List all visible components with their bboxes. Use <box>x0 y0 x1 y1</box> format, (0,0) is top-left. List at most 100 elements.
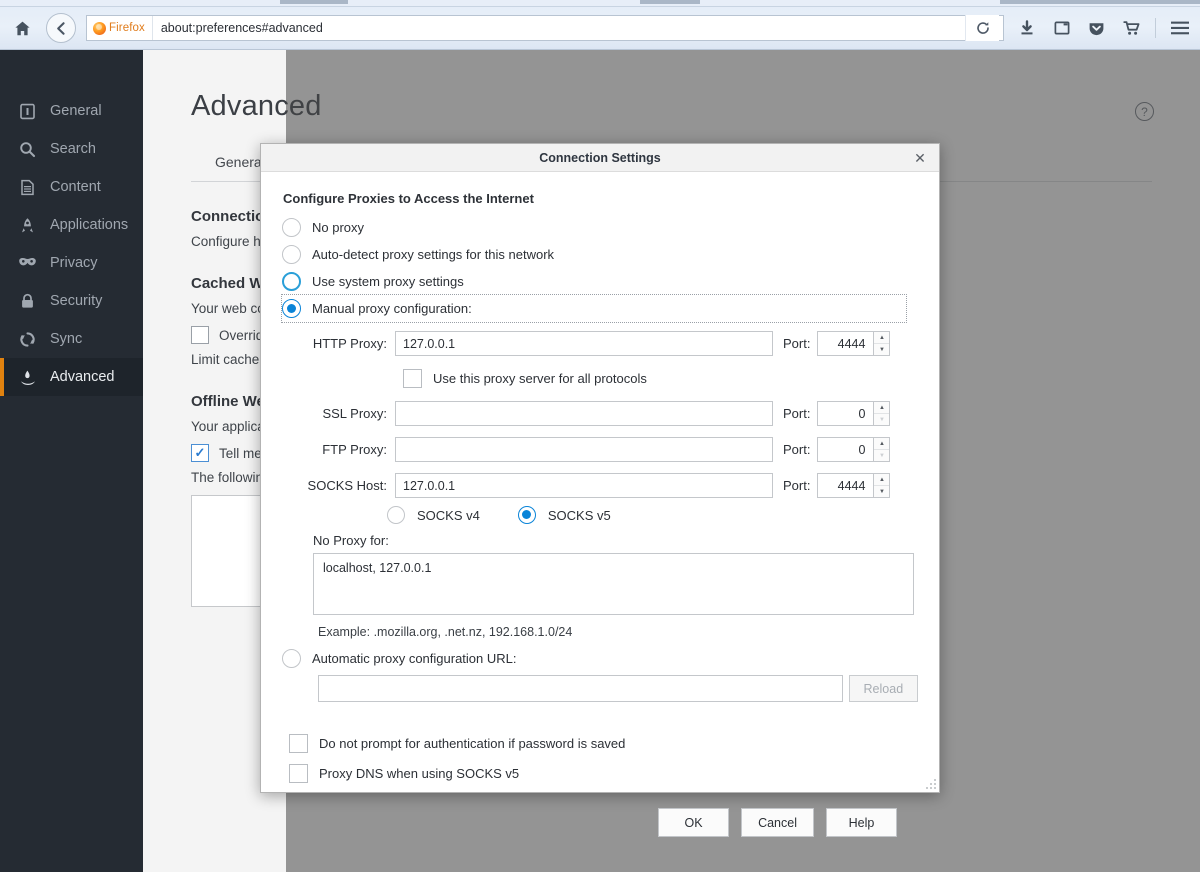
sidebar-item-security[interactable]: Security <box>0 282 143 320</box>
socks-host-input[interactable]: 127.0.0.1 <box>395 473 773 498</box>
sync-icon <box>18 330 37 349</box>
pocket-icon[interactable] <box>1080 12 1113 44</box>
ftp-proxy-label: FTP Proxy: <box>282 442 395 457</box>
help-button[interactable]: Help <box>826 808 897 837</box>
dialog-heading: Configure Proxies to Access the Internet <box>283 191 918 206</box>
pac-reload-button[interactable]: Reload <box>849 675 918 702</box>
radio-manual-proxy[interactable]: Manual proxy configuration: <box>282 295 906 322</box>
search-icon <box>18 140 37 159</box>
radio-socks-v5-control[interactable] <box>518 506 536 524</box>
hamburger-menu-icon[interactable] <box>1163 12 1196 44</box>
sidebar-item-general[interactable]: General <box>0 92 143 130</box>
radio-auto-detect-control[interactable] <box>282 245 301 264</box>
ftp-proxy-row: FTP Proxy: Port: 0 ▲ ▼ <box>282 434 918 465</box>
spinner-up-icon[interactable]: ▲ <box>874 474 889 486</box>
sidebar-item-label: Security <box>50 293 102 309</box>
sidebar-item-label: Applications <box>50 217 128 233</box>
sidebar-item-label: Advanced <box>50 369 115 385</box>
back-arrow-icon[interactable] <box>46 13 76 43</box>
spinner-up-icon[interactable]: ▲ <box>874 332 889 344</box>
sidebar-item-applications[interactable]: Applications <box>0 206 143 244</box>
auto-config-url-input[interactable] <box>318 675 843 702</box>
privacy-mask-icon <box>18 254 37 273</box>
all-protocols-row[interactable]: Use this proxy server for all protocols <box>403 364 918 392</box>
ftp-port-input[interactable]: 0 <box>817 437 873 462</box>
auto-config-url-row: Reload <box>318 675 918 702</box>
radio-system-proxy[interactable]: Use system proxy settings <box>282 268 918 295</box>
sidebar-item-sync[interactable]: Sync <box>0 320 143 358</box>
applications-icon <box>18 216 37 235</box>
all-protocols-checkbox[interactable] <box>403 369 422 388</box>
sidebar-item-privacy[interactable]: Privacy <box>0 244 143 282</box>
radio-no-proxy-label: No proxy <box>312 220 364 235</box>
reload-icon[interactable] <box>965 15 999 41</box>
no-auth-prompt-checkbox[interactable] <box>289 734 308 753</box>
ok-button[interactable]: OK <box>658 808 729 837</box>
ssl-port-stepper[interactable]: 0 ▲ ▼ <box>817 401 890 426</box>
radio-no-proxy[interactable]: No proxy <box>282 214 918 241</box>
sidebar-item-label: Search <box>50 141 96 157</box>
sidebar-item-advanced[interactable]: Advanced <box>0 358 143 396</box>
advanced-icon <box>18 368 37 387</box>
identity-box[interactable]: Firefox <box>87 16 153 40</box>
radio-manual-proxy-label: Manual proxy configuration: <box>312 301 472 316</box>
downloads-icon[interactable] <box>1010 12 1043 44</box>
url-text[interactable]: about:preferences#advanced <box>153 21 965 35</box>
tab-edge <box>1000 0 1200 4</box>
toolbar-actions <box>1010 12 1200 44</box>
cart-icon[interactable] <box>1115 12 1148 44</box>
spinner-down-icon: ▼ <box>874 450 889 461</box>
sidebar-item-content[interactable]: Content <box>0 168 143 206</box>
socks-port-input[interactable]: 4444 <box>817 473 873 498</box>
proxy-dns-row[interactable]: Proxy DNS when using SOCKS v5 <box>289 758 918 788</box>
tab-edge <box>640 0 700 4</box>
spinner-down-icon[interactable]: ▼ <box>874 344 889 355</box>
ssl-port-spinner[interactable]: ▲ ▼ <box>873 401 890 426</box>
firefox-logo-icon <box>93 22 106 35</box>
http-proxy-label: HTTP Proxy: <box>282 336 395 351</box>
radio-no-proxy-control[interactable] <box>282 218 301 237</box>
spinner-up-icon[interactable]: ▲ <box>874 438 889 450</box>
http-port-spinner[interactable]: ▲ ▼ <box>873 331 890 356</box>
resize-grip[interactable] <box>925 778 936 789</box>
dialog-titlebar: Connection Settings ✕ <box>261 144 939 172</box>
radio-auto-config-url[interactable]: Automatic proxy configuration URL: <box>282 649 918 668</box>
sidebar-icon[interactable] <box>1045 12 1078 44</box>
no-proxy-textarea[interactable]: localhost, 127.0.0.1 <box>313 553 914 615</box>
http-port-stepper[interactable]: 4444 ▲ ▼ <box>817 331 890 356</box>
dialog-body: Configure Proxies to Access the Internet… <box>261 172 939 837</box>
manual-proxy-fields: HTTP Proxy: 127.0.0.1 Port: 4444 ▲ ▼ Use… <box>282 328 918 837</box>
socks-port-stepper[interactable]: 4444 ▲ ▼ <box>817 473 890 498</box>
socks-port-label: Port: <box>773 478 817 493</box>
ftp-port-spinner[interactable]: ▲ ▼ <box>873 437 890 462</box>
close-icon[interactable]: ✕ <box>910 144 930 172</box>
preferences-sidebar: General Search Content Applications Priv… <box>0 50 143 872</box>
ssl-port-input[interactable]: 0 <box>817 401 873 426</box>
radio-manual-proxy-control[interactable] <box>282 299 301 318</box>
spinner-up-icon[interactable]: ▲ <box>874 402 889 414</box>
radio-auto-config-url-control[interactable] <box>282 649 301 668</box>
http-proxy-input[interactable]: 127.0.0.1 <box>395 331 773 356</box>
radio-auto-detect[interactable]: Auto-detect proxy settings for this netw… <box>282 241 918 268</box>
home-icon[interactable] <box>4 12 40 44</box>
ssl-proxy-input[interactable] <box>395 401 773 426</box>
radio-system-proxy-control[interactable] <box>282 272 301 291</box>
radio-socks-v4-control[interactable] <box>387 506 405 524</box>
url-bar[interactable]: Firefox about:preferences#advanced <box>86 15 1004 41</box>
socks-port-spinner[interactable]: ▲ ▼ <box>873 473 890 498</box>
http-port-input[interactable]: 4444 <box>817 331 873 356</box>
ssl-port-label: Port: <box>773 406 817 421</box>
override-cache-checkbox[interactable] <box>191 326 209 344</box>
tell-me-checkbox[interactable]: ✓ <box>191 444 209 462</box>
sidebar-item-search[interactable]: Search <box>0 130 143 168</box>
proxy-dns-checkbox[interactable] <box>289 764 308 783</box>
spinner-down-icon: ▼ <box>874 414 889 425</box>
spinner-down-icon[interactable]: ▼ <box>874 486 889 497</box>
ssl-proxy-row: SSL Proxy: Port: 0 ▲ ▼ <box>282 398 918 429</box>
ftp-proxy-input[interactable] <box>395 437 773 462</box>
sidebar-item-label: Privacy <box>50 255 98 271</box>
ftp-port-stepper[interactable]: 0 ▲ ▼ <box>817 437 890 462</box>
no-auth-prompt-row[interactable]: Do not prompt for authentication if pass… <box>289 728 918 758</box>
no-auth-prompt-label: Do not prompt for authentication if pass… <box>319 736 625 751</box>
cancel-button[interactable]: Cancel <box>741 808 814 837</box>
